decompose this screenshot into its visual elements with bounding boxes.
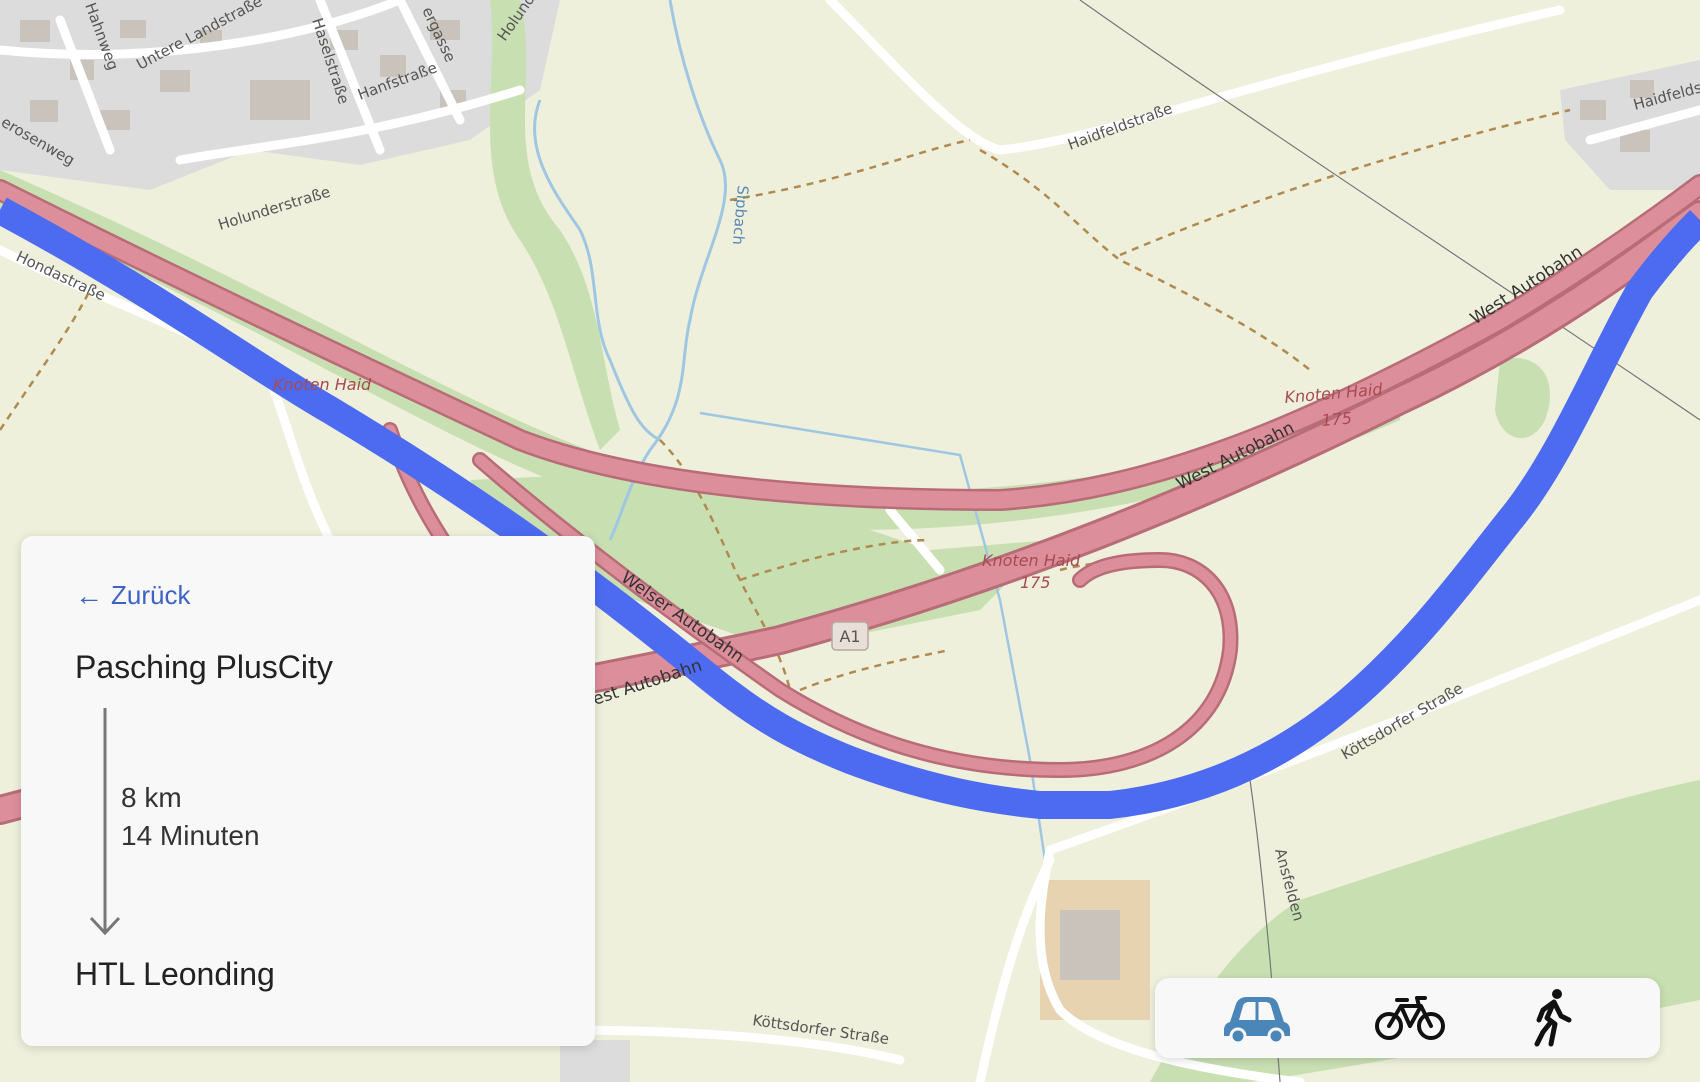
origin-name: Pasching PlusCity <box>75 649 333 685</box>
label-knoten-haid-2: Knoten Haid <box>982 551 1081 570</box>
route-duration: 14 Minuten <box>121 820 260 851</box>
route-distance: 8 km <box>121 782 182 813</box>
farm-building <box>1060 910 1120 980</box>
label-knoten-haid-2-num: 175 <box>1020 573 1051 592</box>
a1-shield: A1 <box>831 621 869 651</box>
route-panel: ← Zurück Pasching PlusCity 8 km 14 Minut… <box>21 536 595 1046</box>
pedestrian-icon <box>1534 989 1572 1047</box>
travel-mode-bar <box>1155 978 1660 1058</box>
mode-bicycle-button[interactable] <box>1370 986 1450 1050</box>
car-icon <box>1224 997 1290 1044</box>
back-arrow-icon: ← <box>75 579 103 611</box>
back-link[interactable]: ← Zurück <box>75 580 190 611</box>
down-arrow-icon <box>89 708 121 936</box>
route-info: 8 km 14 Minuten <box>121 779 260 855</box>
destination-name: HTL Leonding <box>75 956 275 992</box>
back-label: Zurück <box>111 580 191 610</box>
label-knoten-haid-1-num: 175 <box>1321 408 1353 430</box>
mode-car-button[interactable] <box>1217 986 1297 1050</box>
building-bottom <box>560 1040 630 1082</box>
bicycle-icon <box>1375 996 1445 1040</box>
label-knoten-haid-3: Knoten Haid <box>273 375 372 394</box>
a1-shield-label: A1 <box>839 627 860 646</box>
mode-walk-button[interactable] <box>1513 986 1593 1050</box>
